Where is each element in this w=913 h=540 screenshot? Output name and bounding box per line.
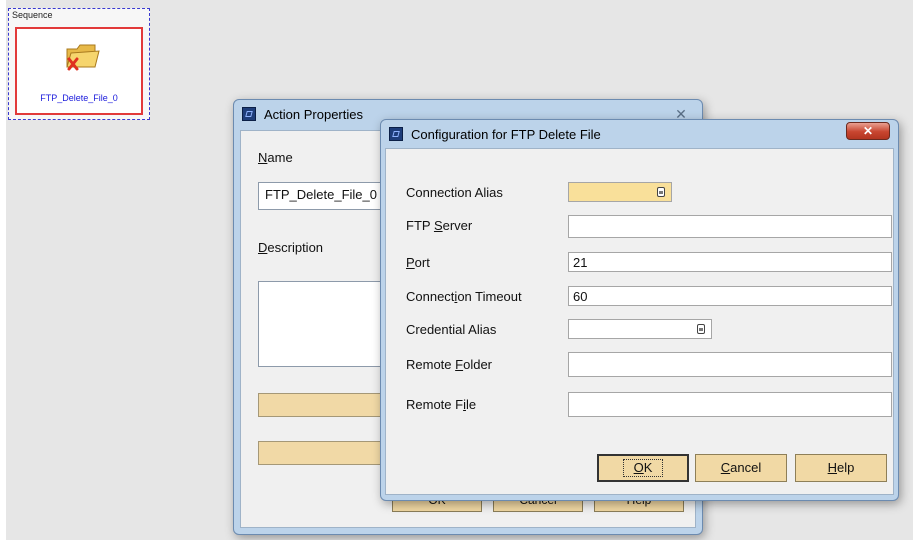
- close-button[interactable]: ✕: [846, 122, 890, 140]
- description-label: Description: [258, 240, 324, 255]
- cancel-button-label: Cancel: [720, 460, 762, 475]
- ftp-server-label: FTP Server: [406, 218, 473, 233]
- remote-file-input[interactable]: [568, 392, 892, 417]
- ftp-delete-file-node[interactable]: FTP_Delete_File_0: [15, 27, 143, 115]
- port-label: Port: [406, 255, 430, 270]
- canvas-edge: [0, 0, 6, 540]
- help-button[interactable]: Help: [795, 454, 887, 482]
- credential-alias-label: Credential Alias: [406, 322, 497, 337]
- sequence-label: Sequence: [12, 10, 53, 20]
- combo-dropdown-icon[interactable]: [697, 324, 705, 334]
- sequence-container[interactable]: Sequence FTP_Delete_File_0: [8, 8, 150, 120]
- combo-dropdown-icon[interactable]: [657, 187, 665, 197]
- ftp-server-input[interactable]: [568, 215, 892, 238]
- ftp-dialog-titlebar[interactable]: Configuration for FTP Delete File ✕: [381, 120, 898, 148]
- app-window-icon: [242, 107, 256, 121]
- action-properties-title: Action Properties: [264, 107, 363, 122]
- name-label: Name: [258, 150, 293, 165]
- node-label: FTP_Delete_File_0: [40, 93, 118, 103]
- connection-alias-combo[interactable]: [568, 182, 672, 202]
- connection-alias-label: Connection Alias: [406, 185, 503, 200]
- ftp-delete-config-dialog[interactable]: Configuration for FTP Delete File ✕ Conn…: [380, 119, 899, 501]
- help-button-label: Help: [827, 460, 855, 475]
- credential-alias-combo[interactable]: [568, 319, 712, 339]
- app-window-icon: [389, 127, 403, 141]
- connection-timeout-label: Connection Timeout: [406, 289, 522, 304]
- ftp-dialog-body: Connection Alias FTP Server Port 21 Conn…: [385, 148, 894, 495]
- cancel-button[interactable]: Cancel: [695, 454, 787, 482]
- ok-button-label: OK: [622, 459, 664, 477]
- folder-delete-icon: [66, 44, 100, 71]
- port-input[interactable]: 21: [568, 252, 892, 272]
- ok-button[interactable]: OK: [597, 454, 689, 482]
- ftp-dialog-title: Configuration for FTP Delete File: [411, 127, 601, 142]
- remote-folder-label: Remote Folder: [406, 357, 493, 372]
- connection-timeout-input[interactable]: 60: [568, 286, 892, 306]
- remote-file-label: Remote File: [406, 397, 477, 412]
- remote-folder-input[interactable]: [568, 352, 892, 377]
